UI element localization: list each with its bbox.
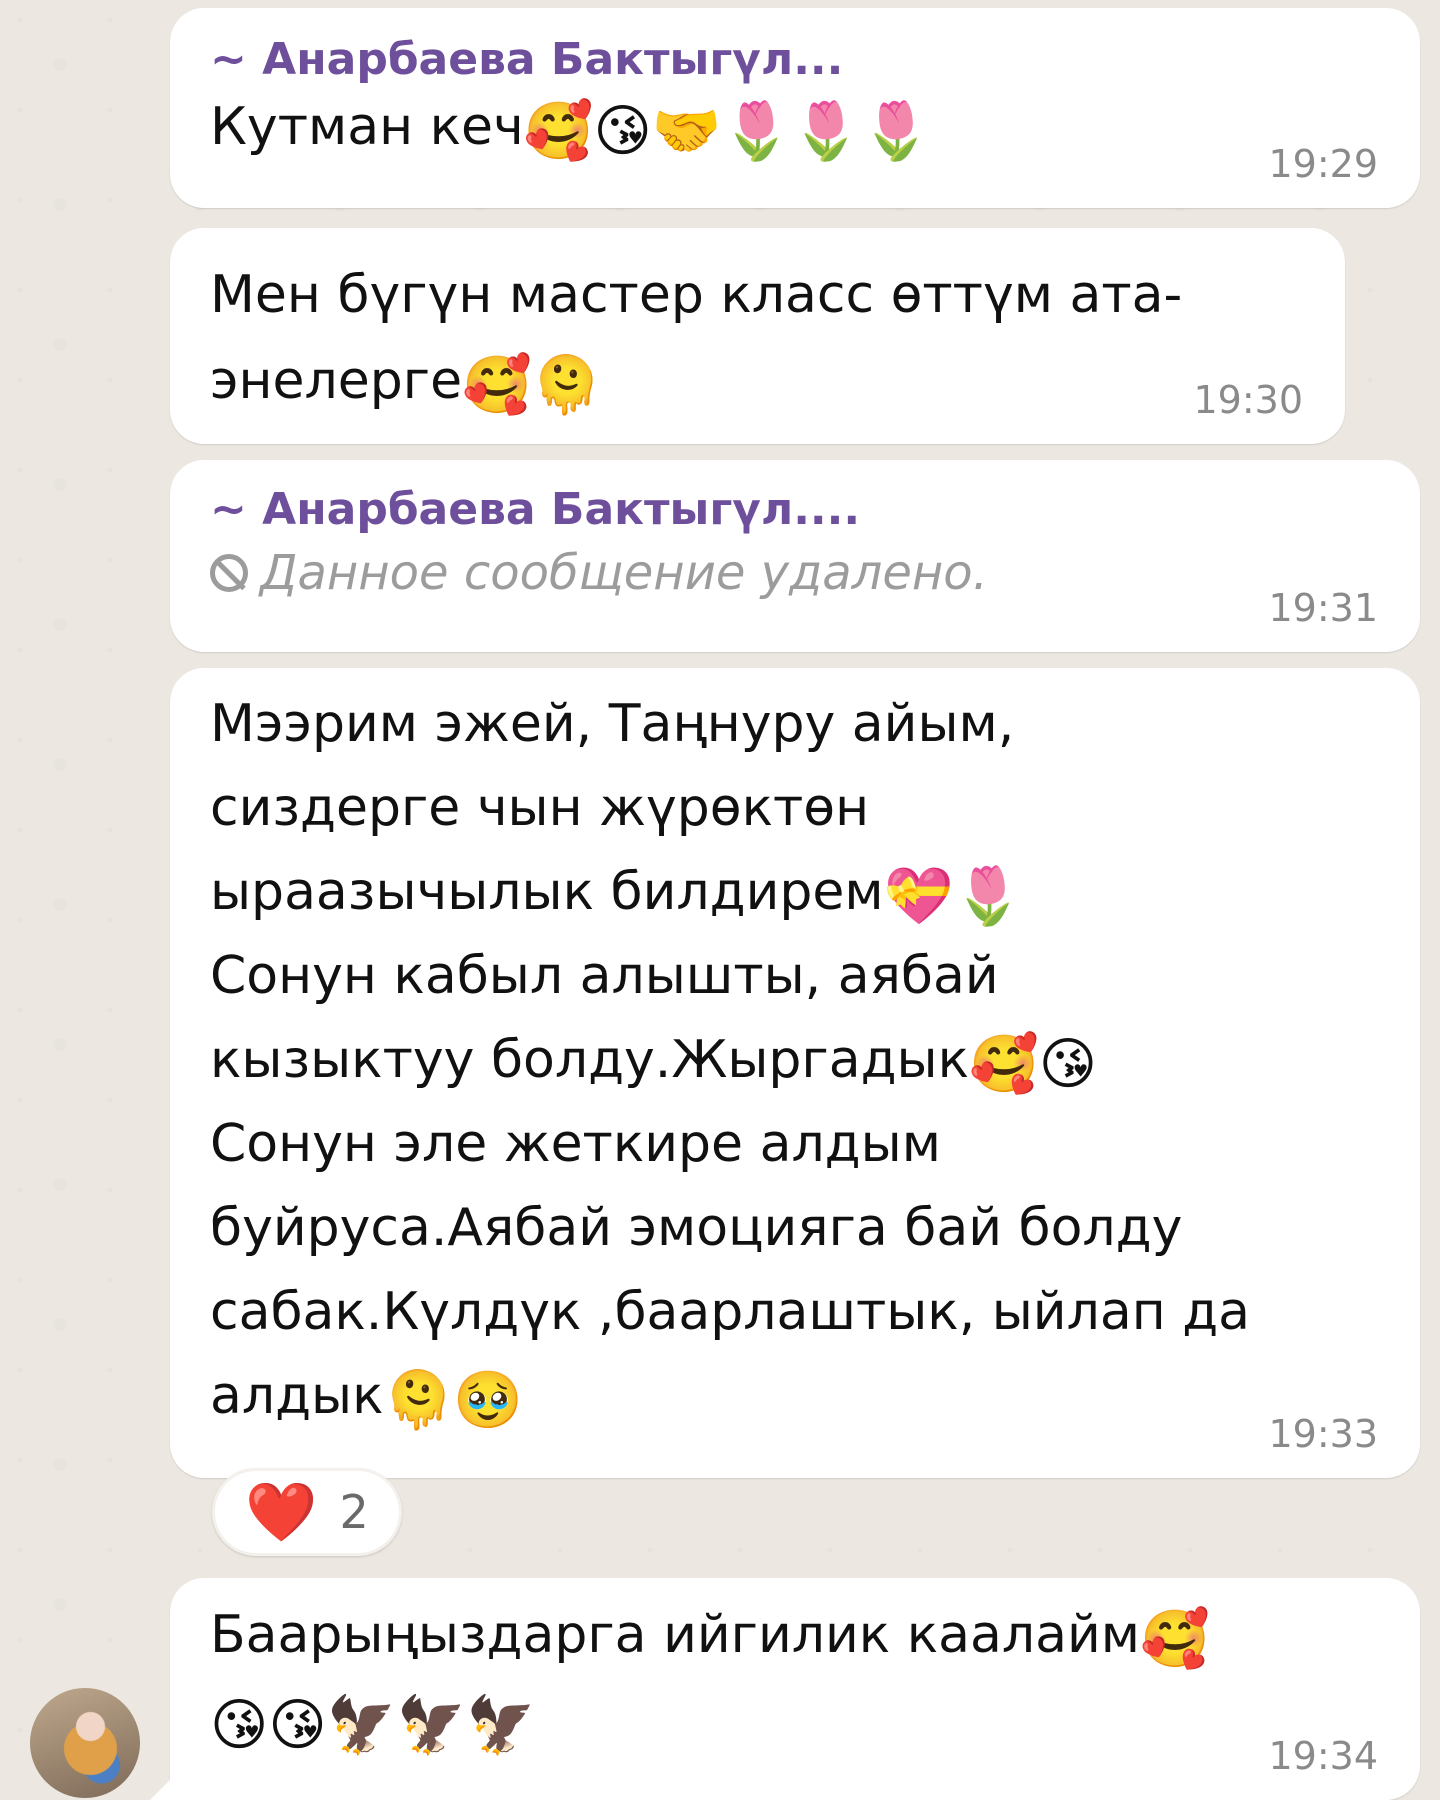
deleted-message: Данное сообщение удалено. [210, 540, 1380, 606]
message-emojis: 🥰🫠 [462, 353, 602, 418]
deleted-ban-icon [210, 554, 248, 592]
sender-avatar[interactable] [30, 1688, 140, 1798]
message-time: 19:33 [1268, 1412, 1378, 1456]
message-time: 19:31 [1268, 586, 1378, 630]
message-emojis-3: 🫠🥹 [383, 1368, 523, 1433]
message-bubble-1930[interactable]: Мен бүгүн мастер класс өттүм ата- энелер… [170, 228, 1345, 444]
message-text: Кутман кеч🥰😘🤝🌷🌷🌷 [210, 97, 931, 164]
message-time: 19:30 [1193, 378, 1303, 422]
message-time: 19:34 [1268, 1734, 1378, 1778]
message-emojis: 🥰😘🤝🌷🌷🌷 [523, 99, 931, 164]
message-emojis-1: 💝🌷 [883, 864, 1024, 929]
message-bubble-1933[interactable]: Мээрим эжей, Таңнуру айым, сиздерге чын … [170, 668, 1420, 1478]
reaction-pill[interactable]: ❤️ 2 [212, 1468, 402, 1556]
sender-name[interactable]: ~ Анарбаева Бактыгүл.... [210, 482, 1380, 538]
message-text: Мээрим эжей, Таңнуру айым, сиздерге чын … [210, 694, 1251, 1433]
sender-name[interactable]: ~ Анарбаева Бактыгүл... [210, 32, 1380, 88]
message-time: 19:29 [1268, 142, 1378, 186]
deleted-message-text: Данное сообщение удалено. [260, 545, 988, 601]
message-text: Баарыңыздарга ийгилик каалайм🥰 😘😘🦅🦅🦅 [210, 1605, 1210, 1758]
message-emojis-2: 🥰😘 [969, 1032, 1098, 1097]
heart-icon: ❤️ [245, 1478, 318, 1546]
reaction-count: 2 [339, 1485, 369, 1539]
message-bubble-1929[interactable]: ~ Анарбаева Бактыгүл... Кутман кеч🥰😘🤝🌷🌷🌷… [170, 8, 1420, 208]
message-bubble-1931[interactable]: ~ Анарбаева Бактыгүл.... Данное сообщени… [170, 460, 1420, 652]
message-emojis-2: 😘😘🦅🦅🦅 [210, 1693, 536, 1758]
message-text: Мен бүгүн мастер класс өттүм ата- энелер… [210, 265, 1183, 418]
message-bubble-1934[interactable]: Баарыңыздарга ийгилик каалайм🥰 😘😘🦅🦅🦅 19:… [170, 1578, 1420, 1800]
message-emojis-1: 🥰 [1140, 1607, 1210, 1672]
